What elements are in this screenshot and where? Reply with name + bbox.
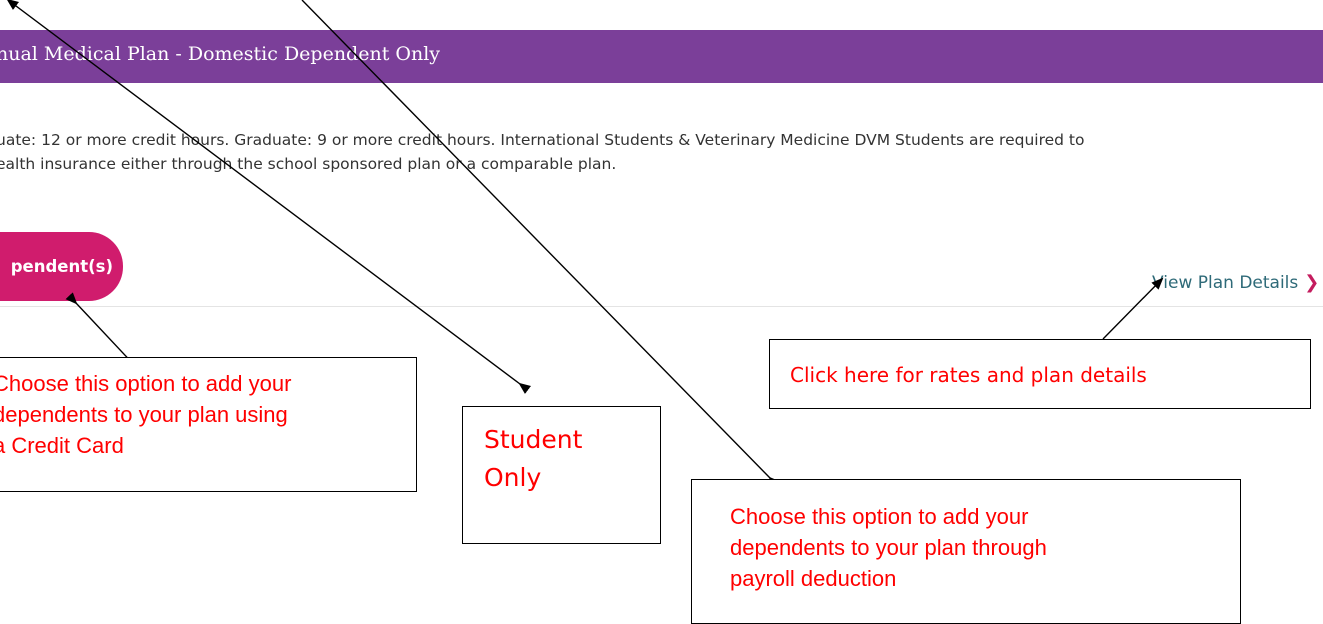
rates-callout: Click here for rates and plan details xyxy=(769,339,1311,409)
student-only-line-1: Student xyxy=(484,425,583,454)
plan-requirements: uate: 12 or more credit hours. Graduate:… xyxy=(0,128,1323,176)
add-dependents-button[interactable]: pendent(s) xyxy=(0,232,123,301)
credit-card-callout-line-3: a Credit Card xyxy=(0,433,124,458)
payroll-callout: Choose this option to add your dependent… xyxy=(691,479,1241,624)
requirements-line-1: uate: 12 or more credit hours. Graduate:… xyxy=(0,131,1085,149)
credit-card-callout: Choose this option to add your dependent… xyxy=(0,357,417,492)
payroll-callout-line-3: payroll deduction xyxy=(730,566,897,591)
payroll-callout-line-1: Choose this option to add your xyxy=(730,504,1029,529)
payroll-callout-line-2: dependents to your plan through xyxy=(730,535,1047,560)
view-plan-details-label[interactable]: View Plan Details xyxy=(1152,273,1298,293)
student-only-callout: Student Only xyxy=(462,406,661,544)
credit-card-callout-line-1: Choose this option to add your xyxy=(0,371,292,396)
view-plan-details-link[interactable]: View Plan Details ❯ xyxy=(1152,272,1319,293)
plan-title: nual Medical Plan - Domestic Dependent O… xyxy=(0,43,441,65)
student-only-line-2: Only xyxy=(484,463,542,492)
chevron-right-icon[interactable]: ❯ xyxy=(1304,272,1319,293)
requirements-line-2: ealth insurance either through the schoo… xyxy=(0,155,617,173)
credit-card-callout-line-2: dependents to your plan using xyxy=(0,402,288,427)
section-divider xyxy=(0,306,1323,307)
